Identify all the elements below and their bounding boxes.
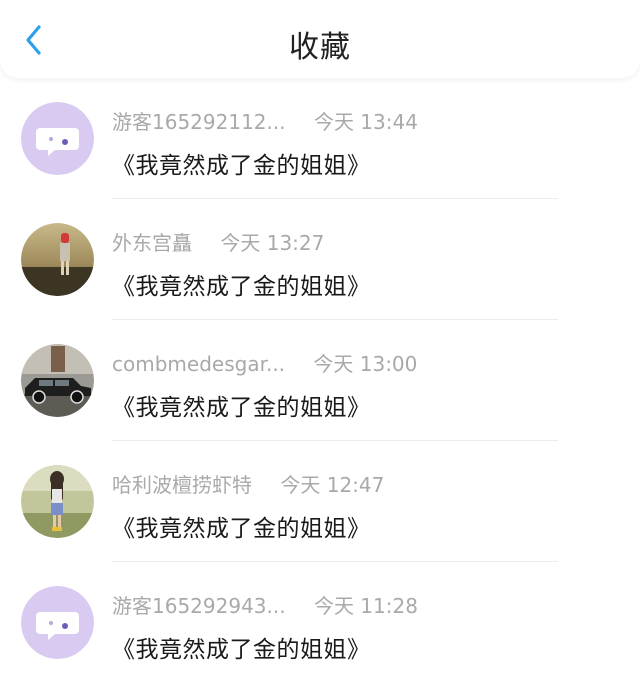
item-meta: combmedesgar... 今天 13:00	[112, 348, 417, 377]
username: 游客165292112...	[112, 110, 286, 134]
avatar[interactable]	[21, 102, 94, 175]
default-chat-bubble-avatar-icon	[21, 102, 94, 175]
list-item[interactable]: 游客165292112... 今天 13:44 《我竟然成了金的姐姐》	[0, 78, 640, 199]
username: 外东宫矗	[112, 231, 192, 255]
username: combmedesgar...	[112, 352, 286, 376]
item-meta: 游客165292943... 今天 11:28	[112, 590, 418, 619]
item-content: 《我竟然成了金的姐姐》	[112, 516, 371, 542]
item-content: 《我竟然成了金的姐姐》	[112, 637, 371, 663]
photo-person-avatar-icon	[21, 223, 94, 296]
avatar[interactable]	[21, 344, 94, 417]
top-bar: 收藏	[0, 0, 640, 78]
list-item[interactable]: 哈利波檀捞虾特 今天 12:47 《我竟然成了金的姐姐》	[0, 441, 640, 562]
timestamp: 今天 13:27	[220, 231, 325, 255]
list-item[interactable]: 外东宫矗 今天 13:27 《我竟然成了金的姐姐》	[0, 199, 640, 320]
photo-vintage-car-avatar-icon	[21, 344, 94, 417]
username: 哈利波檀捞虾特	[112, 473, 252, 497]
photo-girl-outdoor-avatar-icon	[21, 465, 94, 538]
avatar[interactable]	[21, 465, 94, 538]
timestamp: 今天 13:44	[313, 110, 418, 134]
item-meta: 哈利波檀捞虾特 今天 12:47	[112, 469, 384, 498]
item-meta: 游客165292112... 今天 13:44	[112, 106, 418, 135]
default-chat-bubble-avatar-icon	[21, 586, 94, 659]
list-item[interactable]: 游客165292943... 今天 11:28 《我竟然成了金的姐姐》	[0, 562, 640, 683]
timestamp: 今天 12:47	[280, 473, 385, 497]
item-content: 《我竟然成了金的姐姐》	[112, 395, 371, 421]
favorites-list: 游客165292112... 今天 13:44 《我竟然成了金的姐姐》 外东宫矗…	[0, 78, 640, 683]
page-title: 收藏	[289, 30, 351, 65]
timestamp: 今天 11:28	[313, 594, 418, 618]
item-content: 《我竟然成了金的姐姐》	[112, 153, 371, 179]
timestamp: 今天 13:00	[313, 352, 418, 376]
list-item[interactable]: combmedesgar... 今天 13:00 《我竟然成了金的姐姐》	[0, 320, 640, 441]
avatar[interactable]	[21, 223, 94, 296]
username: 游客165292943...	[112, 594, 286, 618]
item-content: 《我竟然成了金的姐姐》	[112, 274, 371, 300]
item-meta: 外东宫矗 今天 13:27	[112, 227, 324, 256]
avatar[interactable]	[21, 586, 94, 659]
